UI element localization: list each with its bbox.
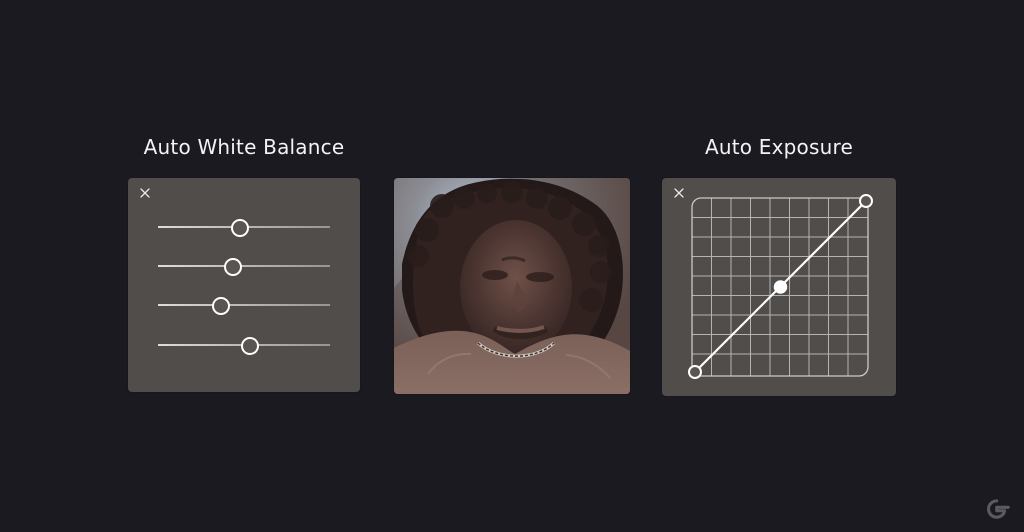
exposure-curve-graph[interactable] (662, 178, 896, 396)
slider-track (158, 304, 330, 306)
slider-thumb[interactable] (241, 337, 260, 355)
white-balance-slider-1[interactable] (158, 218, 330, 237)
curve-handle-bottom-left (688, 365, 702, 379)
auto-white-balance-title: Auto White Balance (143, 135, 345, 159)
slider-thumb[interactable] (230, 219, 249, 237)
auto-exposure-title: Auto Exposure (705, 135, 853, 159)
white-balance-slider-3[interactable] (158, 296, 330, 315)
slider-thumb[interactable] (223, 258, 242, 276)
white-balance-slider-4[interactable] (158, 336, 330, 355)
slider-track (158, 265, 330, 267)
portrait-image (394, 178, 630, 394)
white-balance-slider-2[interactable] (158, 257, 330, 276)
slider-thumb[interactable] (211, 297, 230, 315)
curve-handle-center (773, 280, 788, 294)
google-icon (987, 499, 1010, 519)
auto-white-balance-panel (128, 178, 360, 392)
auto-exposure-panel (662, 178, 896, 396)
curve-handle-top-right (859, 194, 873, 208)
close-icon[interactable] (138, 186, 152, 200)
portrait-preview (394, 178, 630, 394)
